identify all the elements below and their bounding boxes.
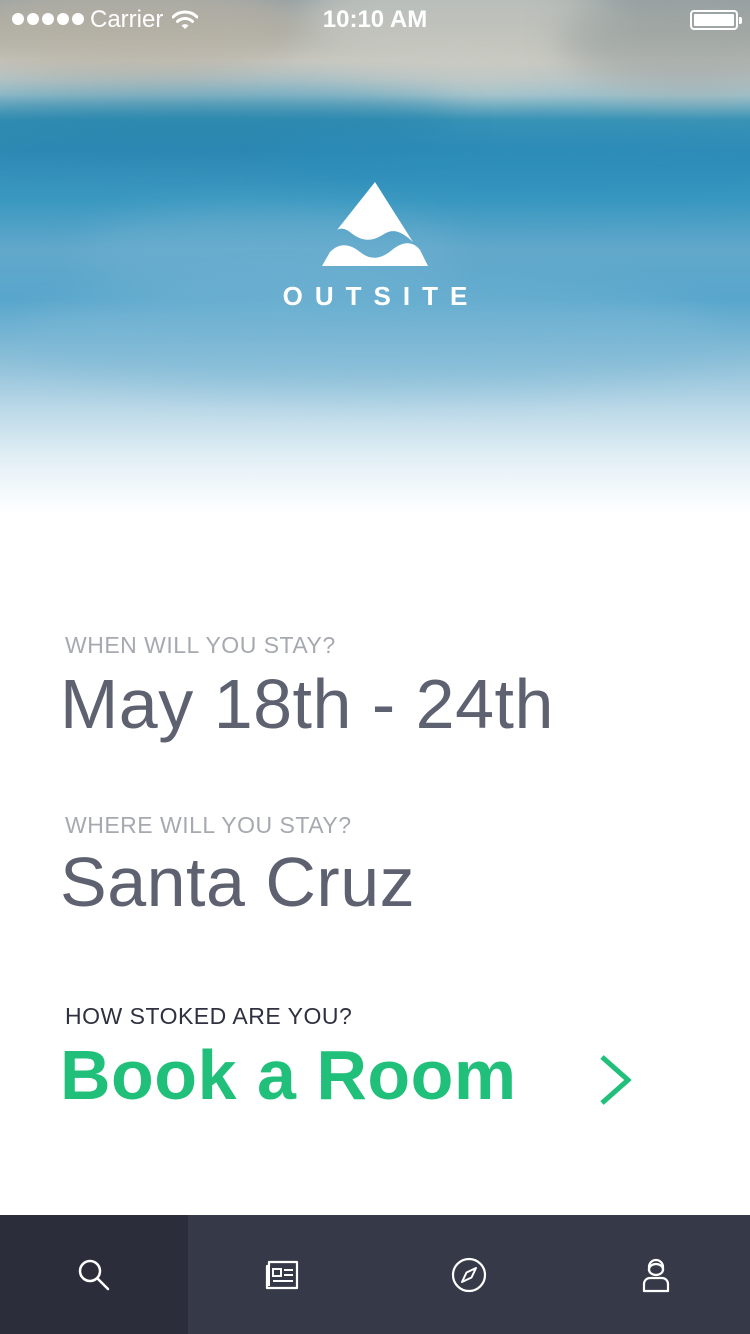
mountain-wave-logo [322,182,428,266]
brand-name: OUTSITE [282,281,480,311]
status-bar: Carrier 10:10 AM [0,0,750,40]
location-value[interactable]: Santa Cruz [60,842,415,922]
tab-bar [0,1215,750,1334]
battery-icon [690,10,742,30]
dates-value[interactable]: May 18th - 24th [60,664,554,744]
tab-explore[interactable] [375,1215,563,1334]
book-room-button[interactable]: Book a Room [60,1035,650,1125]
search-icon [78,1259,109,1290]
news-icon [266,1260,299,1289]
stoked-label: HOW STOKED ARE YOU? [65,1003,353,1029]
status-time: 10:10 AM [322,6,428,33]
where-label: WHERE WILL YOU STAY? [65,812,352,838]
compass-icon [451,1257,486,1292]
tab-profile[interactable] [563,1215,750,1334]
chevron-right-icon [600,1055,632,1105]
book-room-label: Book a Room [60,1036,517,1114]
profile-icon [643,1258,670,1292]
tab-search[interactable] [0,1215,188,1334]
when-label: WHEN WILL YOU STAY? [65,632,336,658]
tab-news[interactable] [188,1215,376,1334]
